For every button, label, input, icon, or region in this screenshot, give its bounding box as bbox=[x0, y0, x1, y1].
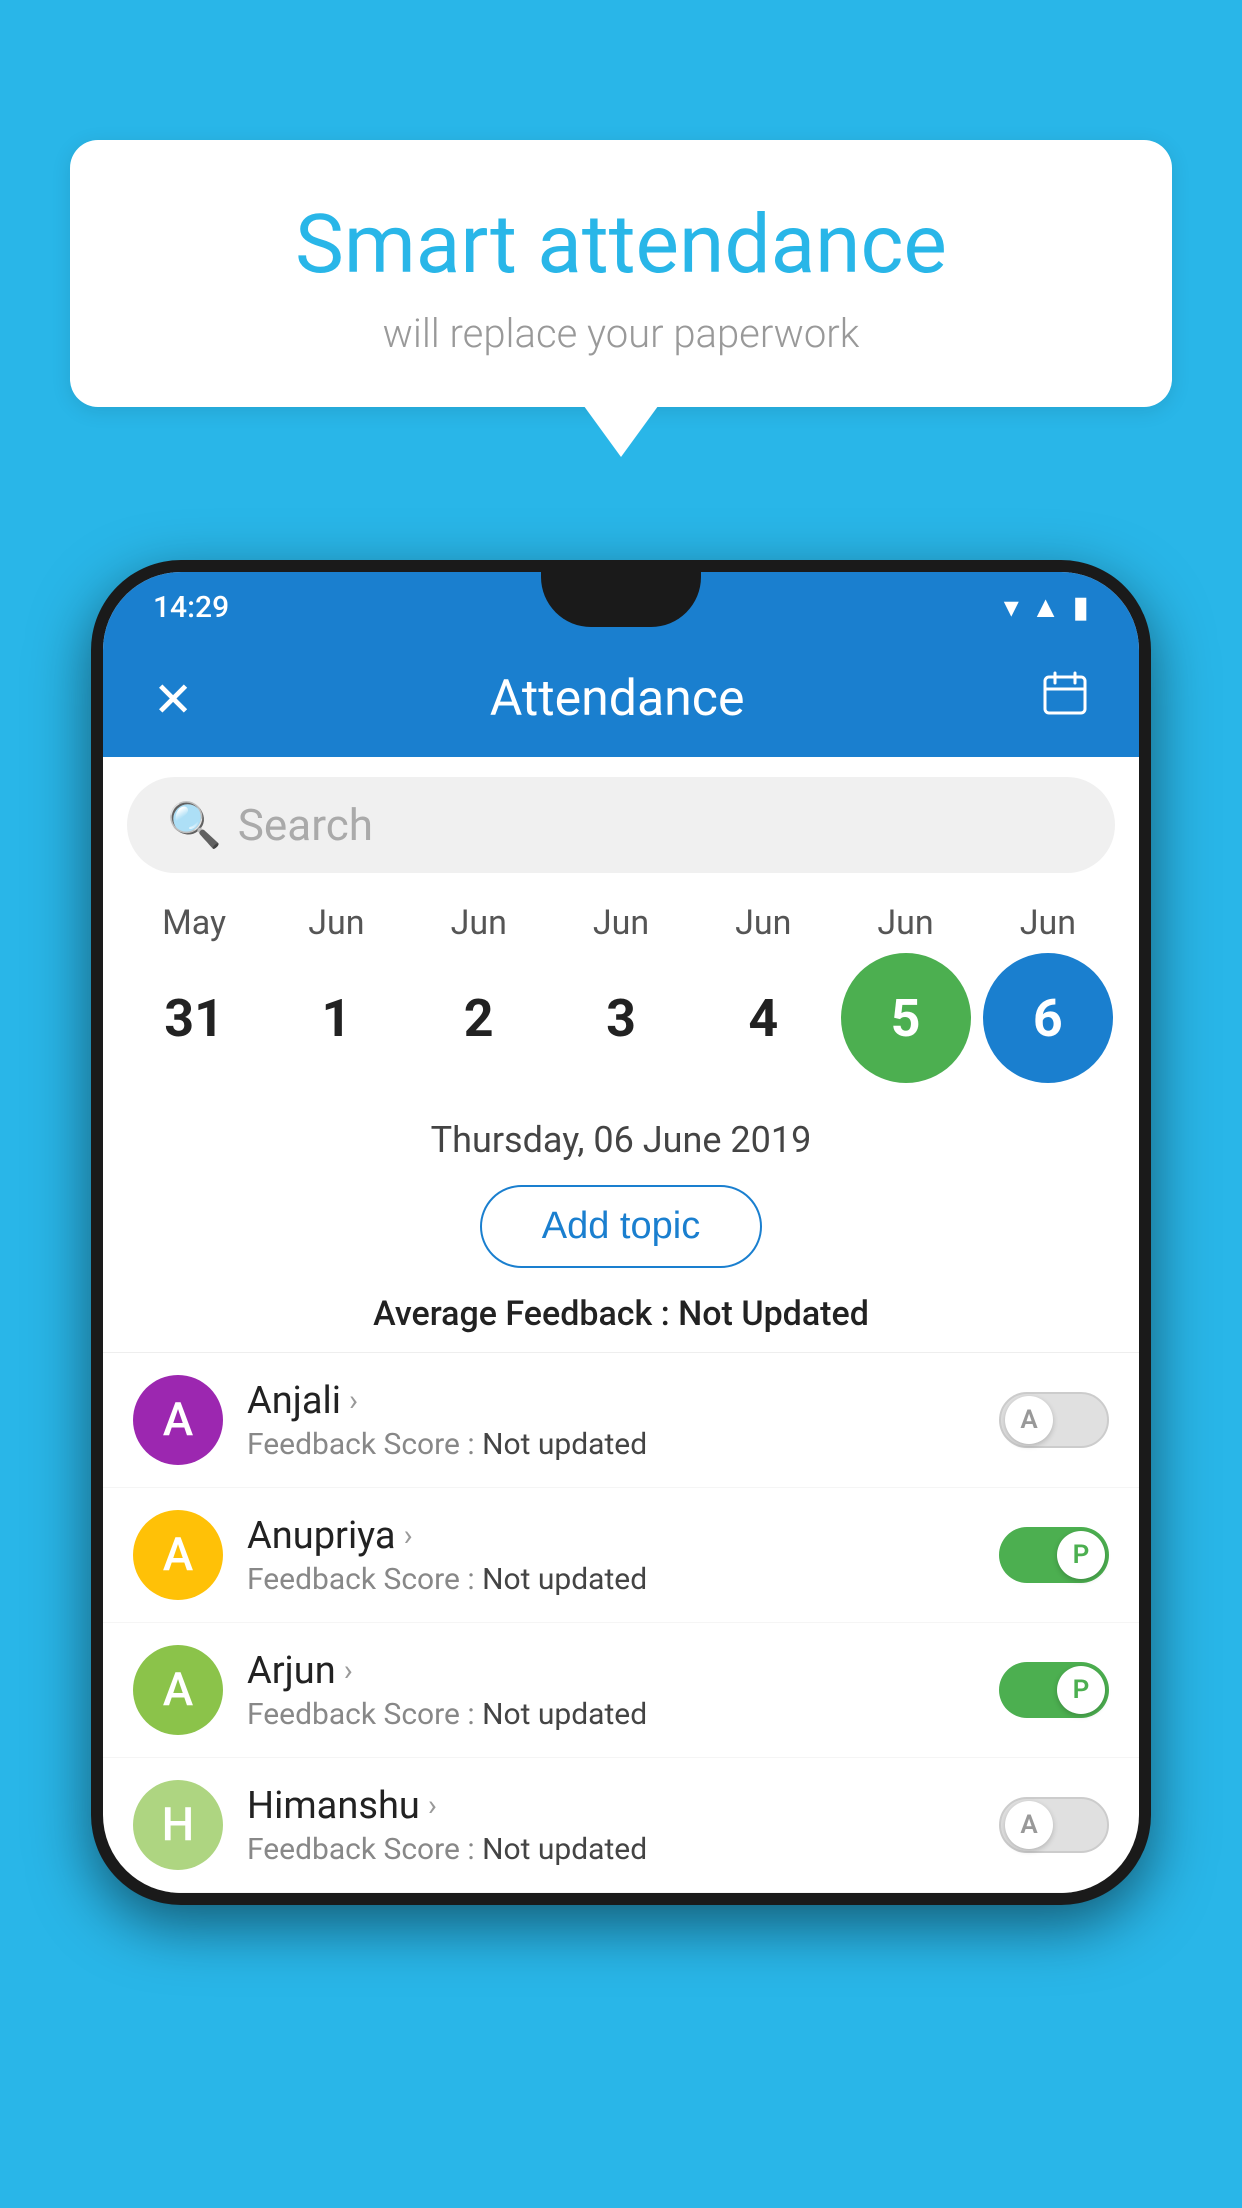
attendance-toggle-arjun[interactable]: P bbox=[999, 1662, 1109, 1718]
search-icon: 🔍 bbox=[167, 799, 222, 851]
student-item-anjali[interactable]: A Anjali › Feedback Score : Not updated … bbox=[103, 1353, 1139, 1488]
toggle-knob-anjali: A bbox=[1005, 1396, 1053, 1444]
toggle-anupriya[interactable]: P bbox=[999, 1527, 1109, 1583]
calendar-icon[interactable] bbox=[1041, 669, 1089, 729]
battery-icon: ▮ bbox=[1072, 590, 1089, 625]
month-5: Jun bbox=[841, 903, 971, 943]
toggle-himanshu[interactable]: A bbox=[999, 1797, 1109, 1853]
month-0: May bbox=[129, 903, 259, 943]
day-3[interactable]: 3 bbox=[556, 953, 686, 1083]
toggle-knob-himanshu: A bbox=[1005, 1801, 1053, 1849]
month-6: Jun bbox=[983, 903, 1113, 943]
avatar-anupriya: A bbox=[133, 1510, 223, 1600]
chevron-icon: › bbox=[428, 1788, 437, 1823]
toggle-anjali[interactable]: A bbox=[999, 1392, 1109, 1448]
student-name-himanshu: Himanshu › bbox=[247, 1784, 999, 1828]
attendance-toggle-anjali[interactable]: A bbox=[999, 1392, 1109, 1448]
chevron-icon: › bbox=[404, 1518, 413, 1553]
month-3: Jun bbox=[556, 903, 686, 943]
student-feedback-anupriya: Feedback Score : Not updated bbox=[247, 1562, 999, 1597]
chevron-icon: › bbox=[344, 1653, 353, 1688]
student-name-anupriya: Anupriya › bbox=[247, 1514, 999, 1558]
day-31[interactable]: 31 bbox=[129, 953, 259, 1083]
month-2: Jun bbox=[414, 903, 544, 943]
month-4: Jun bbox=[698, 903, 828, 943]
day-4[interactable]: 4 bbox=[698, 953, 828, 1083]
student-feedback-arjun: Feedback Score : Not updated bbox=[247, 1697, 999, 1732]
avatar-arjun: A bbox=[133, 1645, 223, 1735]
app-header: ✕ Attendance bbox=[103, 641, 1139, 757]
student-info-arjun: Arjun › Feedback Score : Not updated bbox=[247, 1649, 999, 1732]
attendance-toggle-anupriya[interactable]: P bbox=[999, 1527, 1109, 1583]
date-display: Thursday, 06 June 2019 bbox=[103, 1103, 1139, 1169]
phone-screen: 14:29 ▾ ▲ ▮ ✕ Attendance bbox=[103, 572, 1139, 1893]
speech-bubble-title: Smart attendance bbox=[120, 200, 1122, 290]
speech-bubble: Smart attendance will replace your paper… bbox=[70, 140, 1172, 407]
calendar-months: May Jun Jun Jun Jun Jun Jun bbox=[123, 903, 1119, 943]
speech-bubble-subtitle: will replace your paperwork bbox=[120, 310, 1122, 357]
student-name-arjun: Arjun › bbox=[247, 1649, 999, 1693]
student-item-anupriya[interactable]: A Anupriya › Feedback Score : Not update… bbox=[103, 1488, 1139, 1623]
phone: 14:29 ▾ ▲ ▮ ✕ Attendance bbox=[91, 560, 1151, 1905]
search-bar[interactable]: 🔍 Search bbox=[127, 777, 1115, 873]
student-item-arjun[interactable]: A Arjun › Feedback Score : Not updated P bbox=[103, 1623, 1139, 1758]
day-6[interactable]: 6 bbox=[983, 953, 1113, 1083]
student-name-anjali: Anjali › bbox=[247, 1379, 999, 1423]
avatar-himanshu: H bbox=[133, 1780, 223, 1870]
student-list: A Anjali › Feedback Score : Not updated … bbox=[103, 1352, 1139, 1893]
wifi-icon: ▾ bbox=[1004, 590, 1019, 625]
signal-icon: ▲ bbox=[1031, 590, 1061, 625]
phone-wrapper: 14:29 ▾ ▲ ▮ ✕ Attendance bbox=[91, 560, 1151, 1905]
day-5[interactable]: 5 bbox=[841, 953, 971, 1083]
avg-feedback: Average Feedback : Not Updated bbox=[103, 1284, 1139, 1352]
avg-feedback-value: Not Updated bbox=[678, 1294, 869, 1334]
toggle-knob-anupriya: P bbox=[1057, 1531, 1105, 1579]
phone-notch bbox=[541, 572, 701, 627]
calendar-strip: May Jun Jun Jun Jun Jun Jun 31 1 2 3 4 5… bbox=[103, 893, 1139, 1103]
close-button[interactable]: ✕ bbox=[153, 671, 193, 728]
day-1[interactable]: 1 bbox=[271, 953, 401, 1083]
student-feedback-anjali: Feedback Score : Not updated bbox=[247, 1427, 999, 1462]
add-topic-button[interactable]: Add topic bbox=[480, 1185, 762, 1268]
avatar-anjali: A bbox=[133, 1375, 223, 1465]
avg-feedback-label: Average Feedback : bbox=[373, 1294, 678, 1334]
month-1: Jun bbox=[271, 903, 401, 943]
toggle-arjun[interactable]: P bbox=[999, 1662, 1109, 1718]
student-item-himanshu[interactable]: H Himanshu › Feedback Score : Not update… bbox=[103, 1758, 1139, 1893]
student-feedback-himanshu: Feedback Score : Not updated bbox=[247, 1832, 999, 1867]
student-info-himanshu: Himanshu › Feedback Score : Not updated bbox=[247, 1784, 999, 1867]
status-icons: ▾ ▲ ▮ bbox=[1004, 590, 1089, 625]
calendar-days: 31 1 2 3 4 5 6 bbox=[123, 953, 1119, 1083]
page-title: Attendance bbox=[490, 670, 745, 728]
day-2[interactable]: 2 bbox=[414, 953, 544, 1083]
attendance-toggle-himanshu[interactable]: A bbox=[999, 1797, 1109, 1853]
toggle-knob-arjun: P bbox=[1057, 1666, 1105, 1714]
status-time: 14:29 bbox=[153, 590, 229, 625]
search-placeholder: Search bbox=[238, 799, 373, 851]
student-info-anupriya: Anupriya › Feedback Score : Not updated bbox=[247, 1514, 999, 1597]
chevron-icon: › bbox=[349, 1383, 358, 1418]
student-info-anjali: Anjali › Feedback Score : Not updated bbox=[247, 1379, 999, 1462]
